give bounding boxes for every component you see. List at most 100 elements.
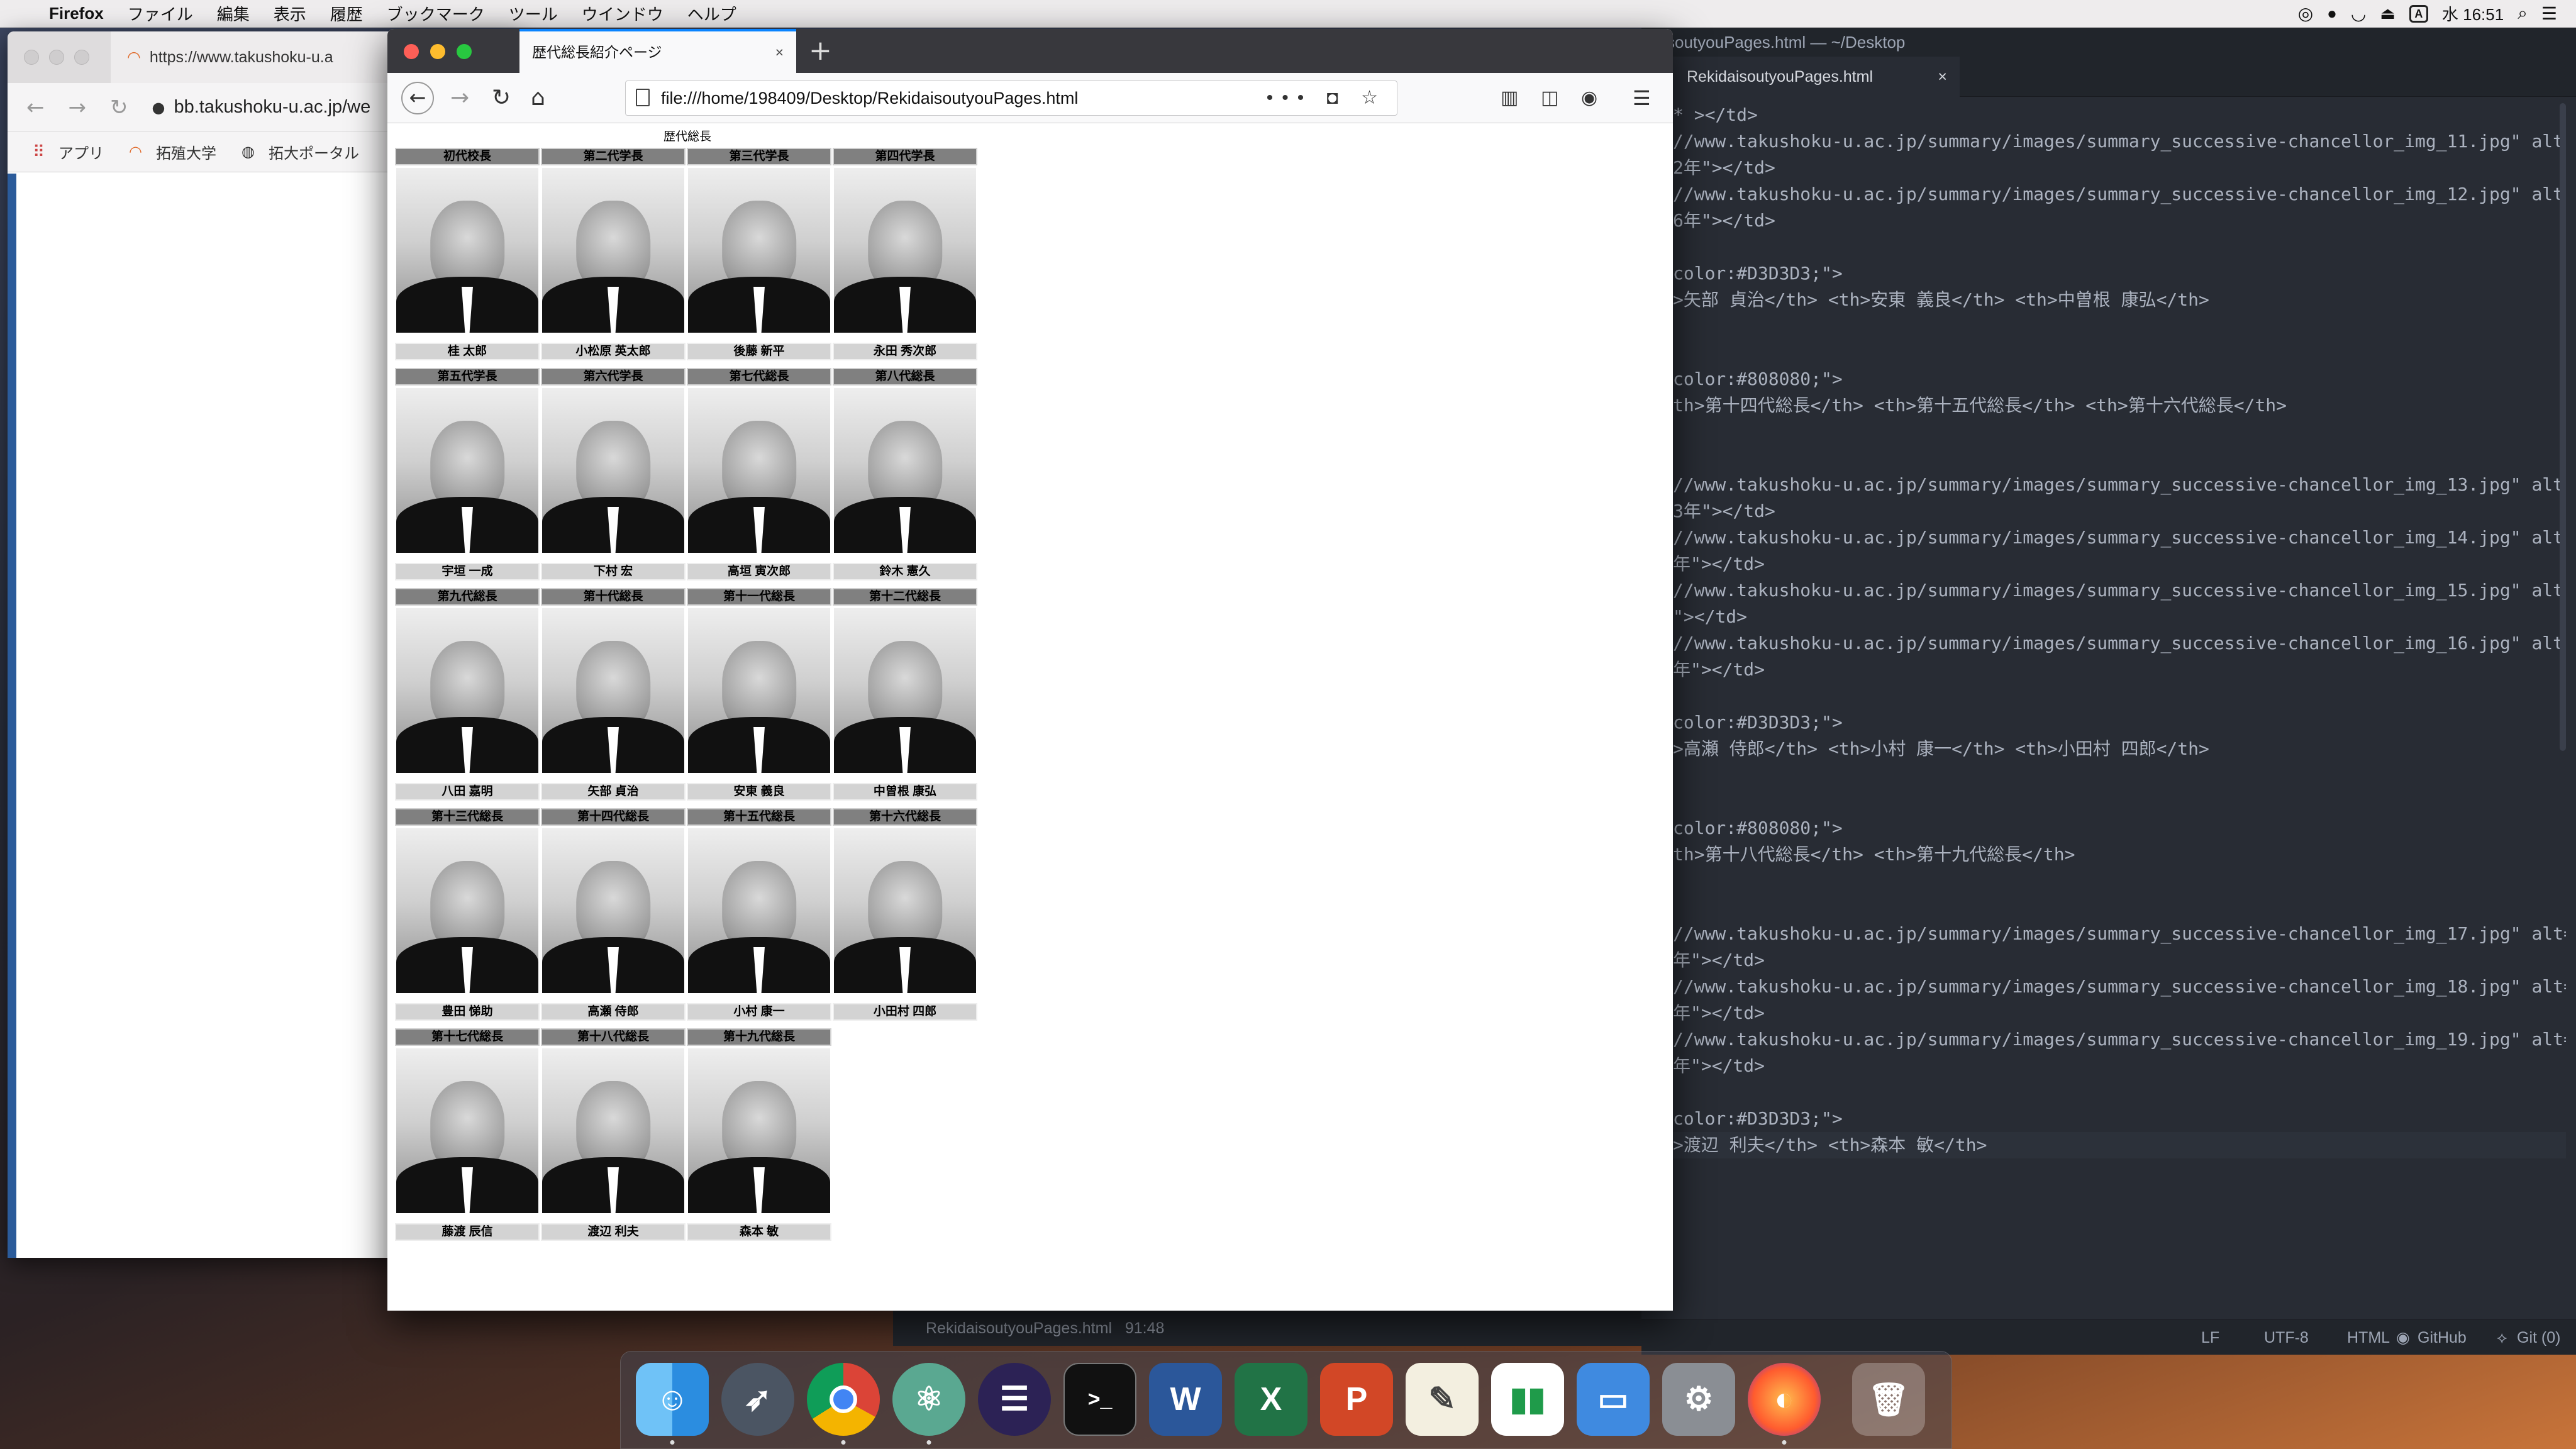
code-line[interactable]: th>第十四代総長</th> <th>第十五代総長</th> <th>第十六代総… — [1673, 392, 2566, 419]
code-line[interactable]: //www.takushoku-u.ac.jp/summary/images/s… — [1673, 630, 2566, 657]
code-line[interactable]: * ></td> — [1673, 102, 2566, 128]
code-line[interactable]: 年"></td> — [1673, 947, 2566, 974]
status-github[interactable]: GitHub — [2418, 1320, 2467, 1355]
code-line[interactable] — [1673, 445, 2566, 472]
code-line[interactable]: color:#D3D3D3;"> — [1673, 709, 2566, 736]
clock[interactable]: 水 16:51 — [2442, 2, 2504, 25]
code-line[interactable]: //www.takushoku-u.ac.jp/summary/images/s… — [1673, 128, 2566, 155]
code-line[interactable]: //www.takushoku-u.ac.jp/summary/images/s… — [1673, 974, 2566, 1000]
code-line[interactable]: //www.takushoku-u.ac.jp/summary/images/s… — [1673, 525, 2566, 551]
code-line[interactable]: >矢部 貞治</th> <th>安東 義良</th> <th>中曽根 康弘</t… — [1673, 287, 2566, 313]
code-line[interactable]: "></td> — [1673, 604, 2566, 630]
wifi-icon[interactable]: ◡ — [2351, 3, 2366, 24]
textedit-icon[interactable]: ✎ — [1406, 1363, 1479, 1436]
code-line[interactable] — [1673, 340, 2566, 366]
code-line[interactable]: //www.takushoku-u.ac.jp/summary/images/s… — [1673, 921, 2566, 947]
excel-icon[interactable]: X — [1235, 1363, 1307, 1436]
apps-grid-icon[interactable]: ⠿ — [33, 142, 45, 162]
hamburger-menu-icon[interactable]: ☰ — [1633, 82, 1651, 114]
code-line[interactable]: //www.takushoku-u.ac.jp/summary/images/s… — [1673, 472, 2566, 498]
new-tab-button[interactable]: + — [809, 34, 832, 68]
menu-help[interactable]: ヘルプ — [687, 2, 736, 25]
trash-icon[interactable]: 🗑 — [1852, 1363, 1925, 1436]
cursor-status[interactable]: RekidaisoutyouPages.html 91:48 — [893, 1319, 1164, 1337]
code-line[interactable]: 2年"></td> — [1673, 155, 2566, 181]
menu-window[interactable]: ウインドウ — [582, 2, 663, 25]
menu-file[interactable]: ファイル — [128, 2, 193, 25]
status-git[interactable]: Git (0) — [2517, 1320, 2560, 1355]
firefox-icon[interactable]: ◐ — [1748, 1363, 1821, 1445]
menu-tools[interactable]: ツール — [509, 2, 558, 25]
code-line[interactable] — [1673, 683, 2566, 709]
code-line[interactable]: 年"></td> — [1673, 551, 2566, 577]
github-icon[interactable]: ◉ — [2396, 1320, 2410, 1355]
code-line[interactable]: >高瀬 侍郎</th> <th>小村 康一</th> <th>小田村 四郎</t… — [1673, 736, 2566, 762]
status-lf[interactable]: LF — [2201, 1320, 2219, 1355]
menu-view[interactable]: 表示 — [274, 2, 306, 25]
home-icon[interactable]: ⌂ — [531, 82, 545, 114]
code-editor-window[interactable]: soutyouPages.html — ~/Desktop Rekidaisou… — [1641, 28, 2576, 1355]
code-line[interactable]: //www.takushoku-u.ac.jp/summary/images/s… — [1673, 577, 2566, 604]
account-icon[interactable]: ◉ — [1581, 82, 1597, 114]
zoom-dot-icon[interactable] — [457, 44, 472, 59]
status-encoding[interactable]: UTF-8 — [2264, 1320, 2309, 1355]
url-actions[interactable]: ••• ◘ ☆ — [1267, 81, 1387, 115]
back-arrow-icon[interactable]: ← — [26, 95, 45, 120]
numbers-icon[interactable]: ▮▮ — [1491, 1363, 1564, 1436]
minimize-dot-icon[interactable] — [49, 50, 64, 65]
bookmark-apps[interactable]: アプリ — [58, 141, 104, 163]
active-tab[interactable]: 歴代総長紹介ページ × — [519, 29, 796, 73]
spotlight-icon[interactable]: ⌕ — [2518, 3, 2528, 24]
code-line[interactable]: 6年"></td> — [1673, 208, 2566, 234]
code-line[interactable]: color:#808080;"> — [1673, 366, 2566, 392]
bookmark-takushoku[interactable]: 拓殖大学 — [156, 141, 216, 163]
code-line[interactable]: th>第十八代総長</th> <th>第十九代総長</th> — [1673, 841, 2566, 868]
reload-icon[interactable]: ↻ — [492, 82, 511, 114]
sidebar-icon[interactable]: ◫ — [1541, 82, 1558, 114]
back-arrow-icon[interactable]: ← — [401, 82, 434, 114]
atom-icon[interactable]: ⚛ — [892, 1363, 965, 1445]
bookmark-portal[interactable]: 拓大ポータル — [269, 141, 359, 163]
close-icon[interactable]: × — [1938, 57, 1947, 97]
git-icon[interactable]: ⟡ — [2497, 1320, 2507, 1355]
code-line[interactable] — [1673, 419, 2566, 445]
launchpad-icon[interactable]: ➶ — [721, 1363, 794, 1436]
powerpoint-icon[interactable]: P — [1320, 1363, 1393, 1436]
code-line[interactable] — [1673, 894, 2566, 921]
editor-scrollbar[interactable] — [2560, 103, 2566, 751]
back-url[interactable]: bb.takushoku-u.ac.jp/we — [174, 97, 370, 118]
menu-bookmarks[interactable]: ブックマーク — [387, 2, 485, 25]
code-line[interactable]: color:#D3D3D3;"> — [1673, 1106, 2566, 1132]
word-icon[interactable]: W — [1149, 1363, 1222, 1436]
keynote-icon[interactable]: ▭ — [1577, 1363, 1650, 1436]
reload-icon[interactable]: ↻ — [110, 95, 128, 120]
status-icon[interactable]: ◎ — [2298, 3, 2313, 24]
menu-edit[interactable]: 編集 — [217, 2, 250, 25]
code-line[interactable]: 年"></td> — [1673, 1000, 2566, 1026]
close-dot-icon[interactable] — [404, 44, 419, 59]
app-menu[interactable]: Firefox — [49, 4, 104, 23]
system-preferences-icon[interactable]: ⚙ — [1662, 1363, 1735, 1436]
code-line[interactable] — [1673, 1079, 2566, 1106]
code-line[interactable]: //www.takushoku-u.ac.jp/summary/images/s… — [1673, 1026, 2566, 1053]
forward-arrow-icon[interactable]: → — [450, 82, 469, 114]
url-bar[interactable]: file:///home/198409/Desktop/Rekidaisouty… — [625, 80, 1397, 116]
code-line[interactable]: color:#808080;"> — [1673, 815, 2566, 841]
eject-icon[interactable]: ⏏ — [2380, 4, 2396, 23]
code-line[interactable] — [1673, 789, 2566, 815]
status-grammar[interactable]: HTML — [2347, 1320, 2390, 1355]
close-icon[interactable]: × — [775, 31, 784, 73]
code-area[interactable]: * ></td>//www.takushoku-u.ac.jp/summary/… — [1673, 102, 2566, 1297]
code-line[interactable]: 3年"></td> — [1673, 498, 2566, 525]
cat-icon[interactable]: ● — [2327, 4, 2337, 23]
code-line[interactable]: //www.takushoku-u.ac.jp/summary/images/s… — [1673, 181, 2566, 208]
finder-icon[interactable]: ☺ — [636, 1363, 709, 1445]
firefox-window[interactable]: 歴代総長紹介ページ × + ← → ↻ ⌂ file:///home/198409… — [387, 29, 1673, 1311]
menu-history[interactable]: 履歴 — [330, 2, 363, 25]
code-line[interactable] — [1673, 868, 2566, 894]
code-line[interactable] — [1673, 313, 2566, 340]
code-line[interactable] — [1673, 234, 2566, 260]
code-line[interactable]: 年"></td> — [1673, 1053, 2566, 1079]
input-source-icon[interactable]: A — [2409, 4, 2428, 23]
close-dot-icon[interactable] — [24, 50, 39, 65]
